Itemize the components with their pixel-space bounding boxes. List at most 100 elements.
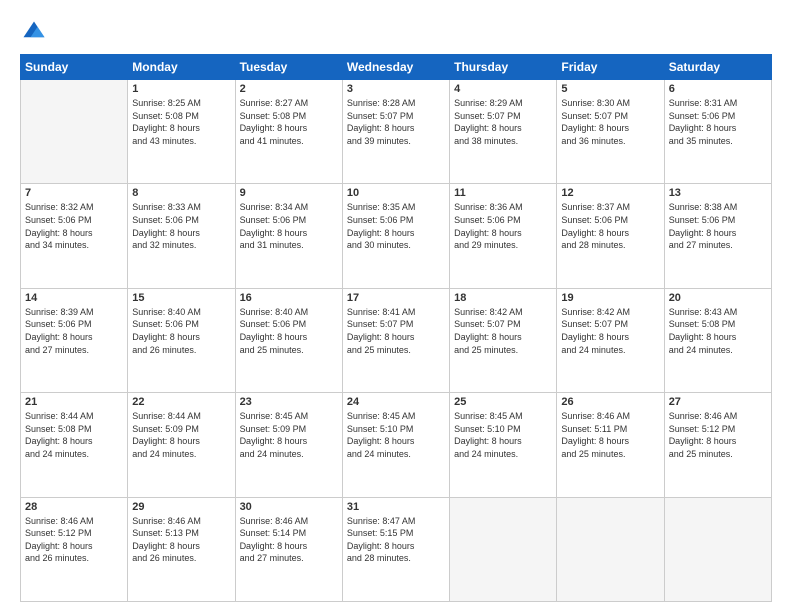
- weekday-header-thursday: Thursday: [450, 55, 557, 80]
- day-info: Sunrise: 8:42 AMSunset: 5:07 PMDaylight:…: [561, 306, 659, 356]
- calendar-cell: 7 Sunrise: 8:32 AMSunset: 5:06 PMDaylight…: [21, 184, 128, 288]
- weekday-header-wednesday: Wednesday: [342, 55, 449, 80]
- day-info: Sunrise: 8:25 AMSunset: 5:08 PMDaylight:…: [132, 97, 230, 147]
- day-info: Sunrise: 8:39 AMSunset: 5:06 PMDaylight:…: [25, 306, 123, 356]
- header: [20, 18, 772, 46]
- weekday-header-monday: Monday: [128, 55, 235, 80]
- day-info: Sunrise: 8:38 AMSunset: 5:06 PMDaylight:…: [669, 201, 767, 251]
- calendar-cell: 17Sunrise: 8:41 AMSunset: 5:07 PMDayligh…: [342, 288, 449, 392]
- day-info: Sunrise: 8:46 AMSunset: 5:11 PMDaylight:…: [561, 410, 659, 460]
- day-info: Sunrise: 8:46 AMSunset: 5:13 PMDaylight:…: [132, 515, 230, 565]
- day-number: 3: [347, 83, 445, 95]
- day-info: Sunrise: 8:44 AMSunset: 5:09 PMDaylight:…: [132, 410, 230, 460]
- calendar-cell: 25 Sunrise: 8:45 AMSunset: 5:10 PMDayligh…: [450, 393, 557, 497]
- calendar-cell: 18Sunrise: 8:42 AMSunset: 5:07 PMDayligh…: [450, 288, 557, 392]
- calendar-cell: 5 Sunrise: 8:30 AMSunset: 5:07 PMDaylight…: [557, 80, 664, 184]
- calendar-cell: [664, 497, 771, 601]
- day-number: 23: [240, 396, 338, 408]
- calendar-table: SundayMondayTuesdayWednesdayThursdayFrid…: [20, 54, 772, 602]
- day-number: 15: [132, 292, 230, 304]
- day-number: 6: [669, 83, 767, 95]
- day-number: 4: [454, 83, 552, 95]
- calendar-cell: 10 Sunrise: 8:35 AMSunset: 5:06 PMDayligh…: [342, 184, 449, 288]
- weekday-header-tuesday: Tuesday: [235, 55, 342, 80]
- calendar-cell: [450, 497, 557, 601]
- day-info: Sunrise: 8:45 AMSunset: 5:10 PMDaylight:…: [454, 410, 552, 460]
- day-number: 30: [240, 501, 338, 513]
- calendar-cell: 23 Sunrise: 8:45 AMSunset: 5:09 PMDayligh…: [235, 393, 342, 497]
- calendar-cell: [21, 80, 128, 184]
- day-info: Sunrise: 8:29 AMSunset: 5:07 PMDaylight:…: [454, 97, 552, 147]
- day-number: 13: [669, 187, 767, 199]
- calendar-cell: 26 Sunrise: 8:46 AMSunset: 5:11 PMDayligh…: [557, 393, 664, 497]
- day-info: Sunrise: 8:44 AMSunset: 5:08 PMDaylight:…: [25, 410, 123, 460]
- calendar-cell: 11 Sunrise: 8:36 AMSunset: 5:06 PMDayligh…: [450, 184, 557, 288]
- calendar-cell: 30 Sunrise: 8:46 AMSunset: 5:14 PMDayligh…: [235, 497, 342, 601]
- calendar-cell: 22 Sunrise: 8:44 AMSunset: 5:09 PMDayligh…: [128, 393, 235, 497]
- day-number: 5: [561, 83, 659, 95]
- day-info: Sunrise: 8:46 AMSunset: 5:12 PMDaylight:…: [25, 515, 123, 565]
- calendar-week-3: 14 Sunrise: 8:39 AMSunset: 5:06 PMDayligh…: [21, 288, 772, 392]
- day-number: 12: [561, 187, 659, 199]
- calendar-cell: 6 Sunrise: 8:31 AMSunset: 5:06 PMDaylight…: [664, 80, 771, 184]
- calendar-cell: [557, 497, 664, 601]
- calendar-week-2: 7 Sunrise: 8:32 AMSunset: 5:06 PMDaylight…: [21, 184, 772, 288]
- logo: [20, 18, 52, 46]
- calendar-cell: 21Sunrise: 8:44 AMSunset: 5:08 PMDayligh…: [21, 393, 128, 497]
- calendar-cell: 12 Sunrise: 8:37 AMSunset: 5:06 PMDayligh…: [557, 184, 664, 288]
- day-info: Sunrise: 8:43 AMSunset: 5:08 PMDaylight:…: [669, 306, 767, 356]
- day-number: 26: [561, 396, 659, 408]
- weekday-header-saturday: Saturday: [664, 55, 771, 80]
- calendar-cell: 28 Sunrise: 8:46 AMSunset: 5:12 PMDayligh…: [21, 497, 128, 601]
- day-info: Sunrise: 8:32 AMSunset: 5:06 PMDaylight:…: [25, 201, 123, 251]
- day-info: Sunrise: 8:33 AMSunset: 5:06 PMDaylight:…: [132, 201, 230, 251]
- calendar-cell: 27 Sunrise: 8:46 AMSunset: 5:12 PMDayligh…: [664, 393, 771, 497]
- day-info: Sunrise: 8:45 AMSunset: 5:09 PMDaylight:…: [240, 410, 338, 460]
- day-info: Sunrise: 8:47 AMSunset: 5:15 PMDaylight:…: [347, 515, 445, 565]
- calendar-header-row: SundayMondayTuesdayWednesdayThursdayFrid…: [21, 55, 772, 80]
- calendar-cell: 15Sunrise: 8:40 AMSunset: 5:06 PMDayligh…: [128, 288, 235, 392]
- day-info: Sunrise: 8:34 AMSunset: 5:06 PMDaylight:…: [240, 201, 338, 251]
- day-number: 10: [347, 187, 445, 199]
- day-number: 1: [132, 83, 230, 95]
- calendar-cell: 24 Sunrise: 8:45 AMSunset: 5:10 PMDayligh…: [342, 393, 449, 497]
- day-info: Sunrise: 8:46 AMSunset: 5:12 PMDaylight:…: [669, 410, 767, 460]
- calendar-cell: 9Sunrise: 8:34 AMSunset: 5:06 PMDaylight…: [235, 184, 342, 288]
- calendar-cell: 3 Sunrise: 8:28 AMSunset: 5:07 PMDaylight…: [342, 80, 449, 184]
- calendar-cell: 13 Sunrise: 8:38 AMSunset: 5:06 PMDayligh…: [664, 184, 771, 288]
- day-info: Sunrise: 8:46 AMSunset: 5:14 PMDaylight:…: [240, 515, 338, 565]
- day-number: 17: [347, 292, 445, 304]
- day-number: 27: [669, 396, 767, 408]
- day-number: 28: [25, 501, 123, 513]
- calendar-week-1: 1 Sunrise: 8:25 AMSunset: 5:08 PMDaylight…: [21, 80, 772, 184]
- day-info: Sunrise: 8:31 AMSunset: 5:06 PMDaylight:…: [669, 97, 767, 147]
- day-number: 11: [454, 187, 552, 199]
- day-number: 22: [132, 396, 230, 408]
- calendar-cell: 20 Sunrise: 8:43 AMSunset: 5:08 PMDayligh…: [664, 288, 771, 392]
- day-info: Sunrise: 8:45 AMSunset: 5:10 PMDaylight:…: [347, 410, 445, 460]
- day-number: 14: [25, 292, 123, 304]
- calendar-cell: 16Sunrise: 8:40 AMSunset: 5:06 PMDayligh…: [235, 288, 342, 392]
- calendar-week-4: 21Sunrise: 8:44 AMSunset: 5:08 PMDayligh…: [21, 393, 772, 497]
- day-info: Sunrise: 8:30 AMSunset: 5:07 PMDaylight:…: [561, 97, 659, 147]
- day-number: 2: [240, 83, 338, 95]
- day-number: 20: [669, 292, 767, 304]
- day-info: Sunrise: 8:35 AMSunset: 5:06 PMDaylight:…: [347, 201, 445, 251]
- calendar-week-5: 28 Sunrise: 8:46 AMSunset: 5:12 PMDayligh…: [21, 497, 772, 601]
- day-number: 25: [454, 396, 552, 408]
- day-info: Sunrise: 8:37 AMSunset: 5:06 PMDaylight:…: [561, 201, 659, 251]
- calendar-cell: 8 Sunrise: 8:33 AMSunset: 5:06 PMDaylight…: [128, 184, 235, 288]
- calendar-cell: 31 Sunrise: 8:47 AMSunset: 5:15 PMDayligh…: [342, 497, 449, 601]
- day-number: 7: [25, 187, 123, 199]
- day-number: 29: [132, 501, 230, 513]
- weekday-header-sunday: Sunday: [21, 55, 128, 80]
- logo-icon: [20, 18, 48, 46]
- calendar-cell: 1 Sunrise: 8:25 AMSunset: 5:08 PMDaylight…: [128, 80, 235, 184]
- day-info: Sunrise: 8:28 AMSunset: 5:07 PMDaylight:…: [347, 97, 445, 147]
- day-number: 24: [347, 396, 445, 408]
- calendar-cell: 4 Sunrise: 8:29 AMSunset: 5:07 PMDaylight…: [450, 80, 557, 184]
- day-number: 8: [132, 187, 230, 199]
- day-info: Sunrise: 8:36 AMSunset: 5:06 PMDaylight:…: [454, 201, 552, 251]
- day-number: 31: [347, 501, 445, 513]
- calendar-cell: 2Sunrise: 8:27 AMSunset: 5:08 PMDaylight…: [235, 80, 342, 184]
